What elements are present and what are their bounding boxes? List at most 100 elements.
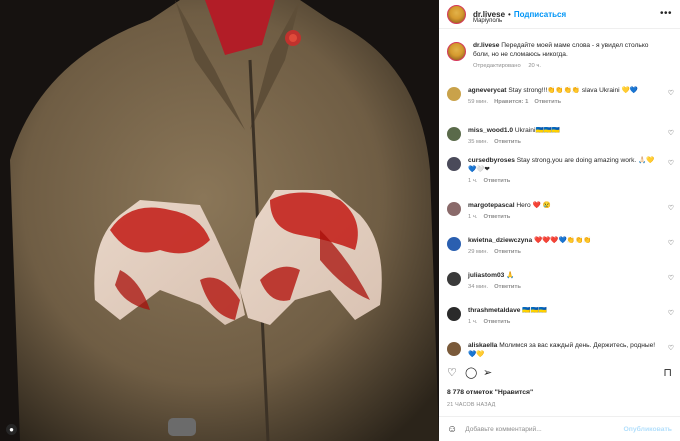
comment-reply[interactable]: Ответить	[483, 214, 510, 220]
comment-reply[interactable]: Ответить	[494, 139, 521, 145]
comment-time: 34 мин.	[468, 284, 489, 290]
comment-like-icon[interactable]: ♡	[668, 129, 674, 137]
comment-body: 🇺🇦🇺🇦🇺🇦	[522, 307, 547, 314]
commenter-avatar[interactable]	[447, 127, 461, 141]
commenter-username[interactable]: agneverycat	[468, 87, 507, 94]
commenter-username[interactable]: kwietna_dziewczyna	[468, 237, 532, 244]
share-icon[interactable]: ➢	[483, 366, 492, 380]
comment-time: 1 ч.	[468, 319, 478, 325]
comment-body: Молимся за вас каждый день. Держитесь, р…	[468, 342, 656, 358]
comment-likes[interactable]: Нравится: 1	[494, 99, 528, 105]
comment-reply[interactable]: Ответить	[494, 249, 521, 255]
commenter-avatar[interactable]	[447, 272, 461, 286]
commenter-username[interactable]: aliskaella	[468, 342, 497, 349]
instagram-post: ● dr.livese • Подписаться Маріуполь ••• …	[0, 0, 680, 441]
comment-text: agneverycat Stay strong!!!👏👏👏👏 slava Ukr…	[468, 86, 652, 107]
follow-button[interactable]: Подписаться	[514, 10, 566, 19]
commenter-avatar[interactable]	[447, 87, 461, 101]
heart-icon[interactable]: ♡	[447, 366, 457, 380]
caption-body: Передайте моей маме слова - я увидел сто…	[473, 42, 649, 58]
commenter-avatar[interactable]	[447, 237, 461, 251]
comment-like-icon[interactable]: ♡	[668, 204, 674, 212]
comment-like-icon[interactable]: ♡	[668, 239, 674, 247]
comment-meta: 34 мин. Ответить	[468, 283, 527, 292]
separator-dot: •	[508, 9, 511, 19]
comment-meta: 29 мин. Ответить	[468, 248, 591, 257]
comment-time: 1 ч.	[468, 214, 478, 220]
comment-body: Ukraini🇺🇦🇺🇦🇺🇦	[514, 127, 561, 134]
caption-text: dr.livese Передайте моей маме слова - я …	[473, 41, 672, 71]
comment-time: 59 мин.	[468, 99, 489, 105]
emoji-icon[interactable]: ☺	[447, 424, 457, 435]
caption-meta: Отредактировано 20 ч.	[473, 62, 658, 71]
comment-body: 🙏	[506, 272, 515, 279]
caption-username[interactable]: dr.livese	[473, 42, 499, 49]
post-timestamp: 21 ЧАСОВ НАЗАД	[447, 402, 496, 408]
comment-text: cursedbyroses Stay strong,you are doing …	[468, 156, 672, 186]
photo-illustration	[0, 0, 439, 441]
post-location[interactable]: Маріуполь	[473, 18, 502, 24]
comment-meta: 1 ч. Ответить	[468, 213, 551, 222]
comment-row: cursedbyroses Stay strong,you are doing …	[439, 156, 680, 186]
commenter-avatar[interactable]	[447, 342, 461, 356]
comment-text: miss_wood1.0 Ukraini🇺🇦🇺🇦🇺🇦 35 мин. Ответит…	[468, 126, 574, 147]
comment-text: juliastom03 🙏 34 мин. Ответить	[468, 271, 541, 292]
comment-input[interactable]: Добавьте комментарий...	[465, 426, 623, 433]
comment-text: aliskaella Молимся за вас каждый день. Д…	[468, 341, 672, 359]
caption: dr.livese Передайте моей маме слова - я …	[439, 36, 680, 71]
comment-reply[interactable]: Ответить	[483, 319, 510, 325]
comment-time: 35 мин.	[468, 139, 489, 145]
comment-row: thrashmetaldave 🇺🇦🇺🇦🇺🇦 1 ч. Ответить ♡	[439, 306, 680, 327]
user-tag-icon[interactable]: ●	[6, 424, 17, 435]
post-photo[interactable]: ●	[0, 0, 439, 441]
comment-row: aliskaella Молимся за вас каждый день. Д…	[439, 341, 680, 359]
comment-row: margotepascal Hero ❤️ 😢 1 ч. Ответить ♡	[439, 201, 680, 222]
comment-icon[interactable]: ◯	[465, 366, 477, 380]
more-icon[interactable]: •••	[660, 8, 672, 19]
publish-button[interactable]: Опубликовать	[623, 426, 672, 433]
edited-label: Отредактировано	[473, 63, 521, 69]
comment-like-icon[interactable]: ♡	[668, 344, 674, 352]
comment-meta: 35 мин. Ответить	[468, 138, 560, 147]
bookmark-icon[interactable]: ⊓	[663, 366, 672, 380]
commenter-username[interactable]: margotepascal	[468, 202, 515, 209]
commenter-username[interactable]: miss_wood1.0	[468, 127, 513, 134]
caption-avatar[interactable]	[447, 42, 466, 61]
comment-body: Hero ❤️ 😢	[516, 202, 551, 209]
commenter-avatar[interactable]	[447, 202, 461, 216]
comment-like-icon[interactable]: ♡	[668, 274, 674, 282]
comment-reply[interactable]: Ответить	[483, 178, 510, 184]
commenter-username[interactable]: juliastom03	[468, 272, 504, 279]
commenter-username[interactable]: thrashmetaldave	[468, 307, 520, 314]
comment-text: kwietna_dziewczyna ❤️❤️❤️💙👏👏👏 29 мин. Отве…	[468, 236, 605, 257]
caption-time: 20 ч.	[528, 63, 542, 69]
comment-row: juliastom03 🙏 34 мин. Ответить ♡	[439, 271, 680, 292]
commenter-avatar[interactable]	[447, 157, 461, 171]
comment-reply[interactable]: Ответить	[534, 99, 561, 105]
commenter-username[interactable]: cursedbyroses	[468, 157, 515, 164]
post-side-panel: dr.livese • Подписаться Маріуполь ••• dr…	[439, 0, 680, 441]
comment-text: margotepascal Hero ❤️ 😢 1 ч. Ответить	[468, 201, 565, 222]
comment-meta: 1 ч. Ответить	[468, 177, 658, 186]
action-bar: ♡ ◯ ➢ ⊓	[447, 366, 672, 382]
comment-meta: 59 мин. Нравится: 1 Ответить	[468, 98, 638, 107]
commenter-avatar[interactable]	[447, 307, 461, 321]
add-comment-bar: ☺ Добавьте комментарий... Опубликовать	[439, 416, 680, 441]
comment-row: kwietna_dziewczyna ❤️❤️❤️💙👏👏👏 29 мин. Отве…	[439, 236, 680, 257]
comment-row: miss_wood1.0 Ukraini🇺🇦🇺🇦🇺🇦 35 мин. Ответит…	[439, 126, 680, 147]
comment-reply[interactable]: Ответить	[494, 284, 521, 290]
comment-body: Stay strong!!!👏👏👏👏 slava Ukraini 💛💙	[508, 87, 638, 94]
comment-body: ❤️❤️❤️💙👏👏👏	[533, 237, 592, 244]
comment-time: 1 ч.	[468, 178, 478, 184]
comment-like-icon[interactable]: ♡	[668, 159, 674, 167]
comment-row: agneverycat Stay strong!!!👏👏👏👏 slava Ukr…	[439, 86, 680, 107]
likes-count[interactable]: 8 778 отметок "Нравится"	[447, 389, 533, 396]
comment-like-icon[interactable]: ♡	[668, 89, 674, 97]
comment-like-icon[interactable]: ♡	[668, 309, 674, 317]
comment-meta: 1 ч. Ответить	[468, 318, 547, 327]
post-header: dr.livese • Подписаться Маріуполь •••	[439, 0, 680, 29]
author-avatar[interactable]	[447, 4, 466, 24]
comment-text: thrashmetaldave 🇺🇦🇺🇦🇺🇦 1 ч. Ответить	[468, 306, 561, 327]
comment-time: 29 мин.	[468, 249, 489, 255]
comments-list[interactable]: dr.livese Передайте моей маме слова - я …	[439, 36, 680, 364]
